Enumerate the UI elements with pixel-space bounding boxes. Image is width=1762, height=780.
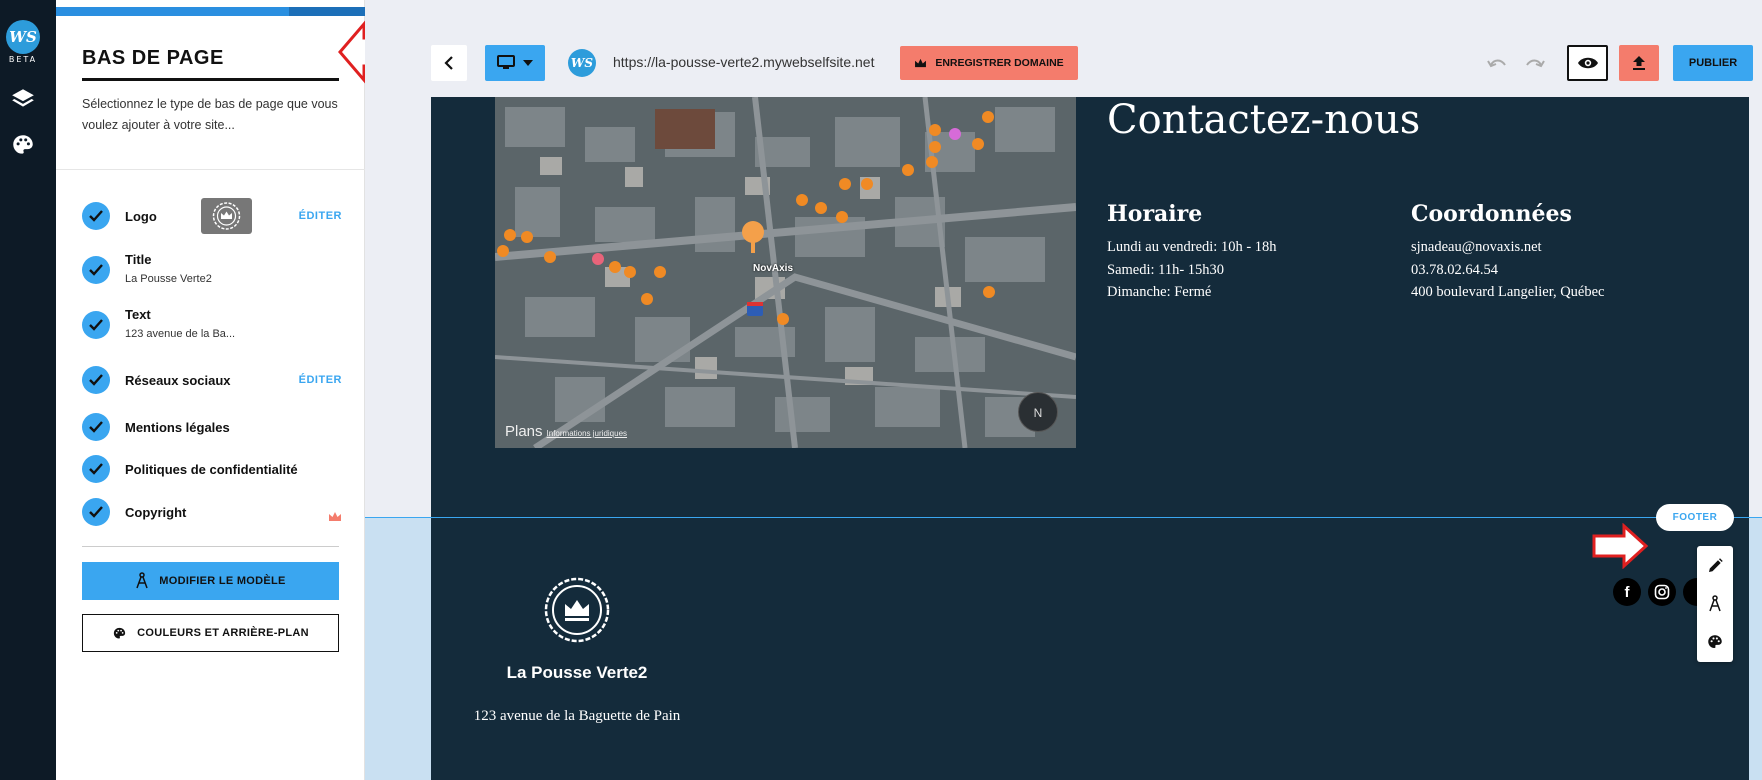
contact-address: 400 boulevard Langelier, Québec xyxy=(1411,284,1605,300)
youtube-icon[interactable] xyxy=(1683,578,1697,606)
footer-site-name[interactable]: La Pousse Verte2 xyxy=(477,663,677,683)
map-credit: Plans Informations juridiques xyxy=(505,423,628,440)
site-badge: WS xyxy=(568,49,596,77)
check-icon[interactable] xyxy=(82,256,110,284)
publish-button[interactable]: PUBLIER xyxy=(1673,45,1753,81)
instagram-icon[interactable] xyxy=(1648,578,1676,606)
upload-button[interactable] xyxy=(1619,45,1659,81)
beta-label: BETA xyxy=(8,55,38,64)
chevron-down-icon xyxy=(523,60,533,66)
modify-template-button[interactable]: MODIFIER LE MODÈLE xyxy=(82,562,339,600)
palette-icon[interactable] xyxy=(10,132,36,158)
check-icon[interactable] xyxy=(82,366,110,394)
option-label: Politiques de confidentialité xyxy=(125,462,298,477)
site-canvas: NovAxis Plans Informations juridiques N C… xyxy=(431,97,1749,780)
crown-icon xyxy=(328,507,342,526)
panel-progress-bar xyxy=(56,7,365,16)
footer-section-tag[interactable]: FOOTER xyxy=(1656,504,1734,531)
eye-icon xyxy=(1577,57,1598,69)
section-tools-menu xyxy=(1697,546,1733,662)
title-underline xyxy=(82,78,339,81)
colors-background-button[interactable]: COULEURS ET ARRIÈRE-PLAN xyxy=(82,614,339,652)
upload-icon xyxy=(1633,56,1645,70)
divider xyxy=(82,546,339,547)
check-icon[interactable] xyxy=(82,311,110,339)
divider xyxy=(56,169,365,170)
crown-logo-icon[interactable] xyxy=(543,576,611,644)
option-label: Copyright xyxy=(125,505,187,520)
desktop-icon xyxy=(497,55,515,69)
check-icon[interactable] xyxy=(82,413,110,441)
preview-button[interactable] xyxy=(1567,45,1608,81)
edit-pencil-icon[interactable] xyxy=(1703,554,1727,578)
button-label: PUBLIER xyxy=(1688,57,1738,69)
option-label: Text xyxy=(125,307,151,322)
app-logo[interactable]: WS xyxy=(6,20,40,54)
palette-icon xyxy=(113,627,126,638)
section-guide-line xyxy=(365,517,1762,518)
chevron-left-icon xyxy=(444,56,453,70)
footer-address[interactable]: 123 avenue de la Baguette de Pain xyxy=(447,708,707,725)
footer-settings-panel: BAS DE PAGE Sélectionnez le type de bas … xyxy=(56,0,365,780)
site-url[interactable]: https://la-pousse-verte2.mywebselfsite.n… xyxy=(613,54,874,70)
edit-social-link[interactable]: ÉDITER xyxy=(299,374,342,386)
logo-thumbnail xyxy=(201,198,252,234)
palette-icon[interactable] xyxy=(1703,630,1727,654)
option-value: La Pousse Verte2 xyxy=(125,273,212,285)
check-icon[interactable] xyxy=(82,202,110,230)
back-button[interactable] xyxy=(431,45,467,81)
crown-icon xyxy=(915,58,927,68)
contact-title: Contactez-nous xyxy=(1107,97,1421,143)
hours-line: Lundi au vendredi: 10h - 18h xyxy=(1107,239,1277,255)
editor-workspace: WS https://la-pousse-verte2.mywebselfsit… xyxy=(365,0,1762,780)
edit-logo-link[interactable]: ÉDITER xyxy=(299,210,342,222)
button-label: COULEURS ET ARRIÈRE-PLAN xyxy=(137,627,309,639)
compass-tool-icon xyxy=(136,572,149,589)
option-label: Title xyxy=(125,252,152,267)
panel-title: BAS DE PAGE xyxy=(82,47,224,69)
redo-button[interactable] xyxy=(1521,45,1549,81)
undo-button[interactable] xyxy=(1483,45,1511,81)
button-label: ENREGISTRER DOMAINE xyxy=(935,57,1064,69)
satellite-map[interactable]: NovAxis Plans Informations juridiques N xyxy=(495,97,1076,448)
layers-icon[interactable] xyxy=(10,86,36,112)
contact-email: sjnadeau@novaxis.net xyxy=(1411,239,1542,255)
option-label: Mentions légales xyxy=(125,420,230,435)
option-value: 123 avenue de la Ba... xyxy=(125,328,236,340)
compass-icon[interactable]: N xyxy=(1018,392,1058,432)
map-pin-label: NovAxis xyxy=(753,263,794,274)
check-icon[interactable] xyxy=(82,498,110,526)
register-domain-button[interactable]: ENREGISTRER DOMAINE xyxy=(900,46,1078,80)
annotation-arrow-right-icon xyxy=(1592,523,1649,569)
redo-icon xyxy=(1526,59,1545,68)
footer-selection-highlight xyxy=(365,518,431,780)
coords-heading: Coordonnées xyxy=(1411,201,1572,227)
panel-description: Sélectionnez le type de bas de page que … xyxy=(82,97,338,132)
left-rail: WS BETA xyxy=(0,0,56,780)
hours-heading: Horaire xyxy=(1107,201,1203,227)
facebook-icon[interactable]: f xyxy=(1613,578,1641,606)
compass-tool-icon[interactable] xyxy=(1703,592,1727,616)
option-label: Logo xyxy=(125,209,157,224)
footer-selection-highlight xyxy=(1749,518,1762,780)
undo-icon xyxy=(1487,59,1506,68)
device-preview-dropdown[interactable] xyxy=(485,45,545,81)
option-label: Réseaux sociaux xyxy=(125,373,231,388)
check-icon[interactable] xyxy=(82,455,110,483)
hours-line: Samedi: 11h- 15h30 xyxy=(1107,262,1225,278)
button-label: MODIFIER LE MODÈLE xyxy=(159,575,286,587)
hours-line: Dimanche: Fermé xyxy=(1107,284,1212,300)
contact-phone: 03.78.02.64.54 xyxy=(1411,262,1498,278)
